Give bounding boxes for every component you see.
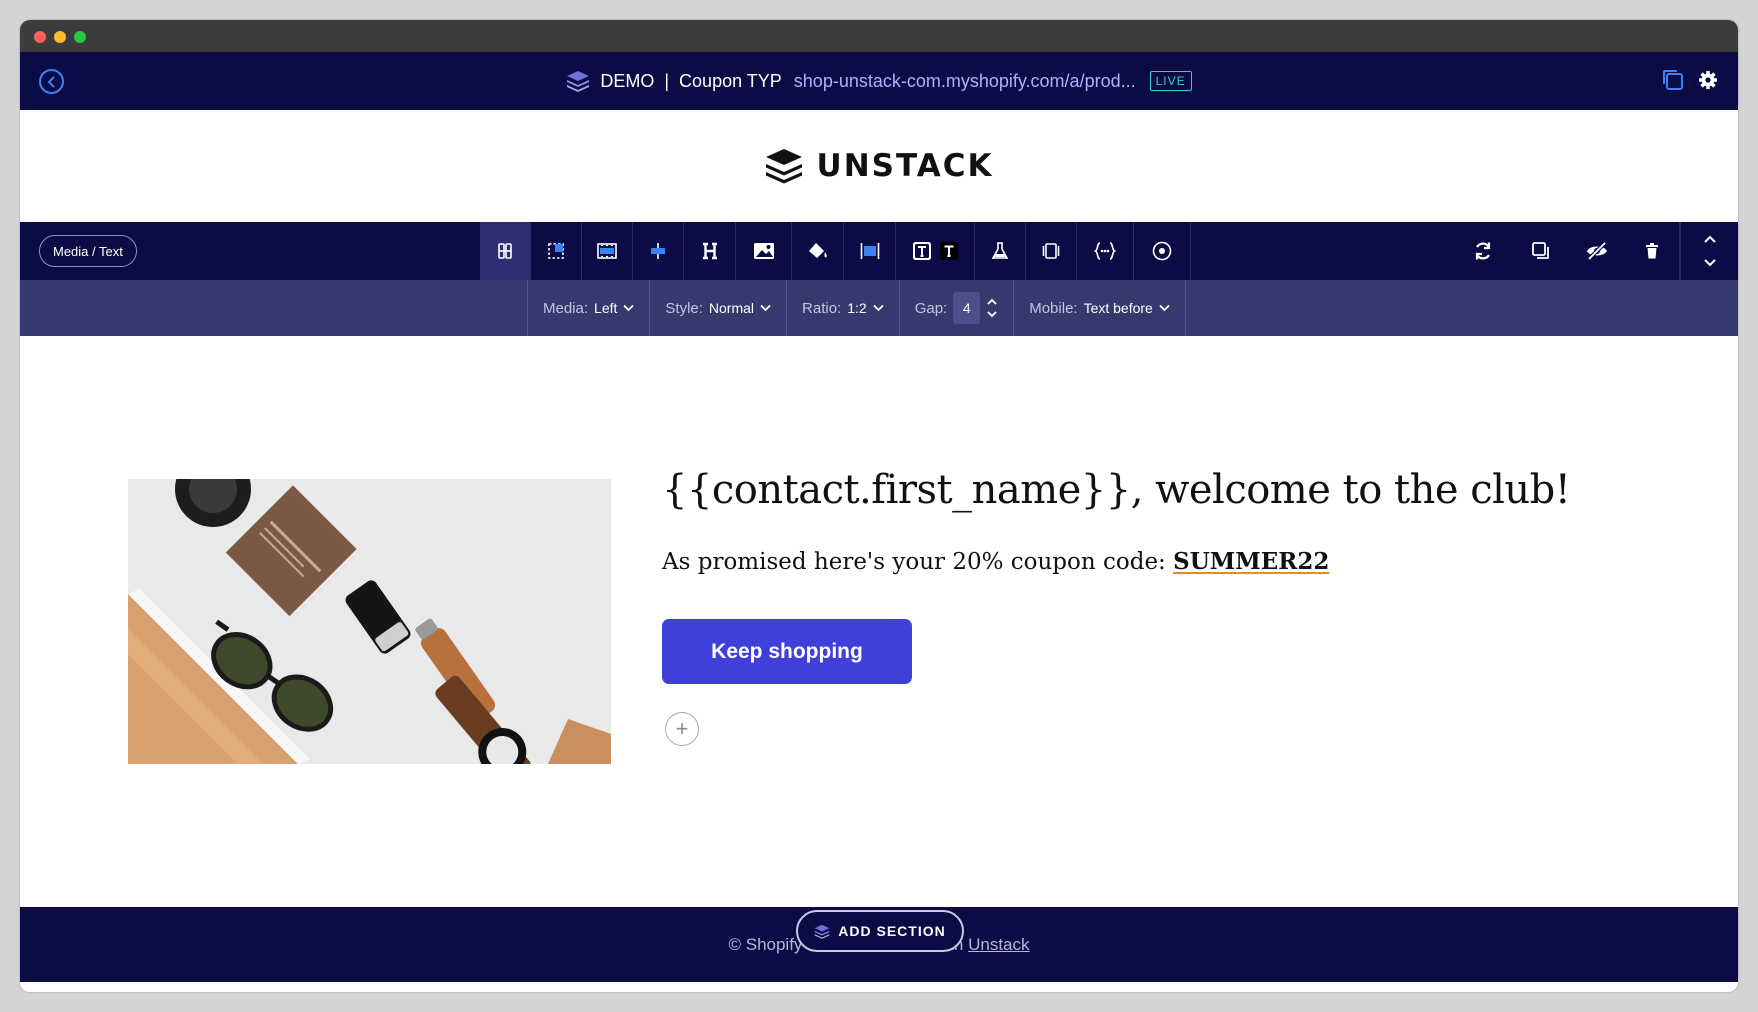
section-toolbar: Media / Text [20, 222, 1738, 280]
window-titlebar [20, 20, 1738, 52]
gear-icon[interactable] [1698, 70, 1718, 90]
add-block-button[interactable]: + [665, 712, 699, 746]
lab-flask-icon [991, 242, 1009, 259]
text-style-tool-button[interactable] [896, 222, 975, 280]
media-option-label: Media: [543, 299, 589, 317]
unstack-logo-icon [814, 924, 830, 939]
duplicate-section-button[interactable] [1512, 222, 1570, 280]
page-title-bar: DEMO | Coupon TYP shop-unstack-com.mysho… [20, 52, 1738, 110]
page-name[interactable]: Coupon TYP [679, 71, 782, 92]
mobile-option-value: Text before [1083, 300, 1153, 316]
text-style-box-icon [913, 242, 931, 260]
chevron-down-icon [760, 304, 771, 312]
stepper-updown-icon[interactable] [986, 297, 998, 319]
fill-color-tool-button[interactable] [792, 222, 844, 280]
media-option-value: Left [594, 300, 618, 316]
crop-icon [548, 243, 564, 259]
move-updown-icon [1703, 235, 1716, 267]
section-headline[interactable]: {{contact.first_name}}, welcome to the c… [662, 467, 1571, 513]
site-brand-bar: UNSTACK [20, 110, 1738, 222]
header-actions [1662, 69, 1718, 91]
chevron-down-icon [1159, 304, 1170, 312]
ratio-dropdown[interactable]: Ratio: 1:2 [787, 280, 900, 336]
heading-icon [702, 242, 717, 260]
move-section-button[interactable] [1680, 222, 1738, 280]
image-tool-button[interactable] [736, 222, 792, 280]
site-name: DEMO [600, 70, 655, 91]
section-body-text[interactable]: As promised here's your 20% coupon code:… [662, 548, 1329, 575]
gap-value-input[interactable]: 4 [953, 292, 981, 324]
media-position-dropdown[interactable]: Media: Left [528, 280, 651, 336]
align-center-icon [651, 243, 665, 259]
section-actions [1453, 222, 1738, 280]
duplicate-icon [1532, 242, 1549, 259]
footer-unstack-link[interactable]: Unstack [968, 935, 1029, 954]
frame-icon [1042, 243, 1060, 259]
section-options-bar: Media: Left Style: Normal Ratio: 1:2 Gap… [20, 280, 1738, 336]
filmstrip-tool-button[interactable] [582, 222, 633, 280]
delete-section-button[interactable] [1624, 222, 1680, 280]
paint-bucket-icon [808, 243, 827, 258]
style-dropdown[interactable]: Style: Normal [650, 280, 788, 336]
trash-icon [1645, 243, 1658, 259]
coupon-code: SUMMER22 [1173, 548, 1330, 575]
ratio-option-value: 1:2 [847, 300, 867, 316]
gap-option-label: Gap: [914, 299, 948, 317]
section-type-pill[interactable]: Media / Text [39, 235, 137, 267]
style-option-label: Style: [665, 299, 703, 317]
ab-test-tool-button[interactable] [975, 222, 1026, 280]
mobile-option-label: Mobile: [1029, 299, 1078, 317]
heading-tool-button[interactable] [684, 222, 736, 280]
unstack-logo-icon [567, 71, 590, 92]
unstack-logo-icon [765, 149, 802, 184]
width-icon [860, 243, 879, 259]
text-style-icon [940, 242, 958, 260]
align-tool-button[interactable] [633, 222, 684, 280]
layout-tool-button[interactable] [480, 222, 531, 280]
minimize-window-button[interactable] [54, 31, 66, 43]
section-tool-group [480, 222, 1191, 280]
mobile-order-dropdown[interactable]: Mobile: Text before [1014, 280, 1186, 336]
target-icon [1152, 241, 1172, 261]
code-variable-icon [1094, 242, 1116, 260]
gap-control: Gap: 4 [900, 280, 1015, 336]
dynamic-content-tool-button[interactable] [1077, 222, 1134, 280]
crop-tool-button[interactable] [531, 222, 582, 280]
app-window: DEMO | Coupon TYP shop-unstack-com.mysho… [20, 20, 1738, 992]
target-tool-button[interactable] [1134, 222, 1191, 280]
ratio-option-label: Ratio: [802, 299, 842, 317]
plus-icon: + [675, 716, 689, 741]
title-separator: | [664, 70, 670, 91]
live-status-badge: LIVE [1149, 71, 1192, 91]
refresh-icon [1475, 242, 1490, 260]
editor-header: DEMO | Coupon TYP shop-unstack-com.mysho… [20, 52, 1738, 110]
chevron-down-icon [623, 304, 635, 312]
keep-shopping-button[interactable]: Keep shopping [662, 619, 912, 684]
full-width-tool-button[interactable] [844, 222, 896, 280]
frame-tool-button[interactable] [1026, 222, 1077, 280]
add-section-button[interactable]: ADD SECTION [796, 910, 964, 952]
image-icon [753, 243, 774, 259]
layout-icon [498, 243, 512, 259]
section-media-image[interactable] [128, 479, 611, 764]
body-text-prefix: As promised here's your 20% coupon code: [662, 549, 1174, 575]
footer-copyright: © Shopify [728, 935, 803, 954]
page-url-link[interactable]: shop-unstack-com.myshopify.com/a/prod... [794, 71, 1136, 92]
close-window-button[interactable] [34, 31, 46, 43]
media-text-section[interactable]: {{contact.first_name}}, welcome to the c… [20, 336, 1738, 904]
maximize-window-button[interactable] [74, 31, 86, 43]
section-options: Media: Left Style: Normal Ratio: 1:2 Gap… [527, 280, 1186, 336]
hide-section-button[interactable] [1570, 222, 1624, 280]
brand-name: UNSTACK [816, 148, 994, 184]
copy-windows-icon[interactable] [1662, 69, 1684, 91]
hide-icon [1587, 242, 1607, 260]
add-section-label: ADD SECTION [838, 923, 946, 939]
chevron-down-icon [873, 304, 884, 312]
style-option-value: Normal [708, 300, 755, 316]
film-strip-icon [597, 243, 617, 259]
product-flatlay-image [128, 479, 611, 764]
swap-section-button[interactable] [1453, 222, 1512, 280]
